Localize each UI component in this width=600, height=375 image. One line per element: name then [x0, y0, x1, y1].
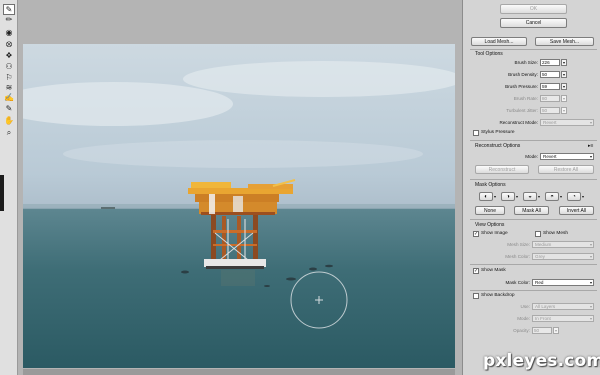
load-mesh-button[interactable]: Load Mesh...: [471, 37, 527, 46]
watermark-logo: pxleyes.com: [483, 351, 600, 371]
cancel-button[interactable]: Cancel: [500, 18, 567, 28]
show-backdrop-checkbox[interactable]: [473, 293, 479, 299]
reconstruct-mode-label: Reconstruct Mode:: [499, 120, 538, 125]
subtract-from-selection-icon[interactable]: ◒: [523, 192, 537, 201]
brush-rate-label: Brush Rate:: [513, 96, 538, 101]
invert-selection-icon[interactable]: ◔: [567, 192, 581, 201]
replace-selection-icon[interactable]: ◐: [479, 192, 493, 201]
opacity-dropdown[interactable]: ▾: [553, 327, 559, 334]
thaw-mask-icon[interactable]: ✎: [3, 103, 15, 114]
mask-color-select[interactable]: Red ▾: [532, 279, 594, 286]
reconstruct-mode-select[interactable]: Revert ▾: [540, 119, 594, 126]
show-image-label: Show Image: [481, 231, 508, 236]
reconstruct-button[interactable]: Reconstruct: [475, 165, 529, 174]
brush-size-label: Brush Size:: [514, 60, 539, 65]
mask-options-title: Mask Options: [475, 182, 506, 188]
mesh-color-select[interactable]: Grey ▾: [532, 253, 594, 260]
mask-color-label: Mask Color:: [505, 280, 530, 285]
mask-all-button[interactable]: Mask All: [514, 206, 549, 215]
preview-canvas-area: [18, 0, 464, 375]
opacity-label: Opacity:: [513, 328, 530, 333]
show-mesh-label: Show Mesh: [543, 231, 569, 236]
bloat-icon[interactable]: ❖: [3, 50, 15, 61]
image-preview[interactable]: [23, 44, 455, 368]
backdrop-use-select[interactable]: All Layers ▾: [532, 303, 594, 310]
use-label: Use:: [520, 304, 530, 309]
brush-density-dropdown[interactable]: ▾: [561, 71, 567, 78]
tools-panel: ✎ ✏ ◉ ⭙ ❖ ⚇ ⚐ ≋ ✍ ✎ ✋ ⌕: [0, 0, 18, 375]
turbulent-jitter-field[interactable]: 50: [540, 107, 560, 114]
restore-all-button[interactable]: Restore All: [538, 165, 594, 174]
turbulent-jitter-label: Turbulent Jitter:: [506, 108, 538, 113]
brush-pressure-label: Brush Pressure:: [505, 84, 538, 89]
stylus-pressure-checkbox[interactable]: [473, 130, 479, 136]
brush-density-label: Brush Density:: [508, 72, 538, 77]
save-mesh-button[interactable]: Save Mesh...: [535, 37, 594, 46]
brush-size-field[interactable]: 226: [540, 59, 560, 66]
opacity-field[interactable]: 50: [532, 327, 552, 334]
add-to-selection-icon[interactable]: ◑: [501, 192, 515, 201]
mesh-size-label: Mesh Size:: [507, 242, 530, 247]
brush-rate-dropdown[interactable]: ▾: [561, 95, 567, 102]
show-image-checkbox[interactable]: ✓: [473, 231, 479, 237]
brush-pressure-field[interactable]: 59: [540, 83, 560, 90]
turbulent-jitter-dropdown[interactable]: ▾: [561, 107, 567, 114]
show-mask-label: Show Mask: [481, 268, 506, 273]
panel-edge-handle: [0, 175, 4, 211]
oil-platform-photo: [23, 61, 455, 329]
ok-button[interactable]: OK: [500, 4, 567, 14]
show-mask-checkbox[interactable]: ✓: [473, 268, 479, 274]
invert-all-button[interactable]: Invert All: [559, 206, 594, 215]
freeze-mask-icon[interactable]: ✍: [3, 92, 15, 103]
brush-density-field[interactable]: 50: [540, 71, 560, 78]
reconstruct-mode2-label: Mode:: [525, 154, 538, 159]
show-mesh-checkbox[interactable]: [535, 231, 541, 237]
hand-icon[interactable]: ✋: [3, 115, 15, 126]
twirl-icon[interactable]: ◉: [3, 27, 15, 38]
mesh-size-select[interactable]: Medium ▾: [532, 241, 594, 248]
stylus-pressure-label: Stylus Pressure: [481, 130, 515, 135]
backdrop-mode-label: Mode:: [517, 316, 530, 321]
brush-size-dropdown[interactable]: ▾: [561, 59, 567, 66]
panel-menu-icon[interactable]: ▸≡: [588, 143, 593, 149]
canvas-status-bar: [23, 369, 455, 375]
mask-none-button[interactable]: None: [475, 206, 505, 215]
backdrop-mode-select[interactable]: In Front ▾: [532, 315, 594, 322]
options-panel: OK Cancel Load Mesh... Save Mesh... Tool…: [462, 0, 600, 375]
tool-options-title: Tool Options: [475, 51, 503, 57]
view-options-title: View Options: [475, 222, 505, 228]
reconstruct-options-title: Reconstruct Options: [475, 143, 521, 149]
pucker-icon[interactable]: ⭙: [3, 39, 15, 50]
intersect-selection-icon[interactable]: ◓: [545, 192, 559, 201]
brush-rate-field[interactable]: 80: [540, 95, 560, 102]
reconstruct-options-mode-select[interactable]: Revert ▾: [540, 153, 594, 160]
brush-pressure-dropdown[interactable]: ▾: [561, 83, 567, 90]
show-backdrop-label: Show Backdrop: [481, 293, 515, 298]
push-left-icon[interactable]: ⚇: [3, 61, 15, 72]
mesh-color-label: Mesh Color:: [505, 254, 530, 259]
zoom-icon[interactable]: ⌕: [3, 127, 15, 138]
reconstruct-icon[interactable]: ✏: [3, 14, 15, 25]
